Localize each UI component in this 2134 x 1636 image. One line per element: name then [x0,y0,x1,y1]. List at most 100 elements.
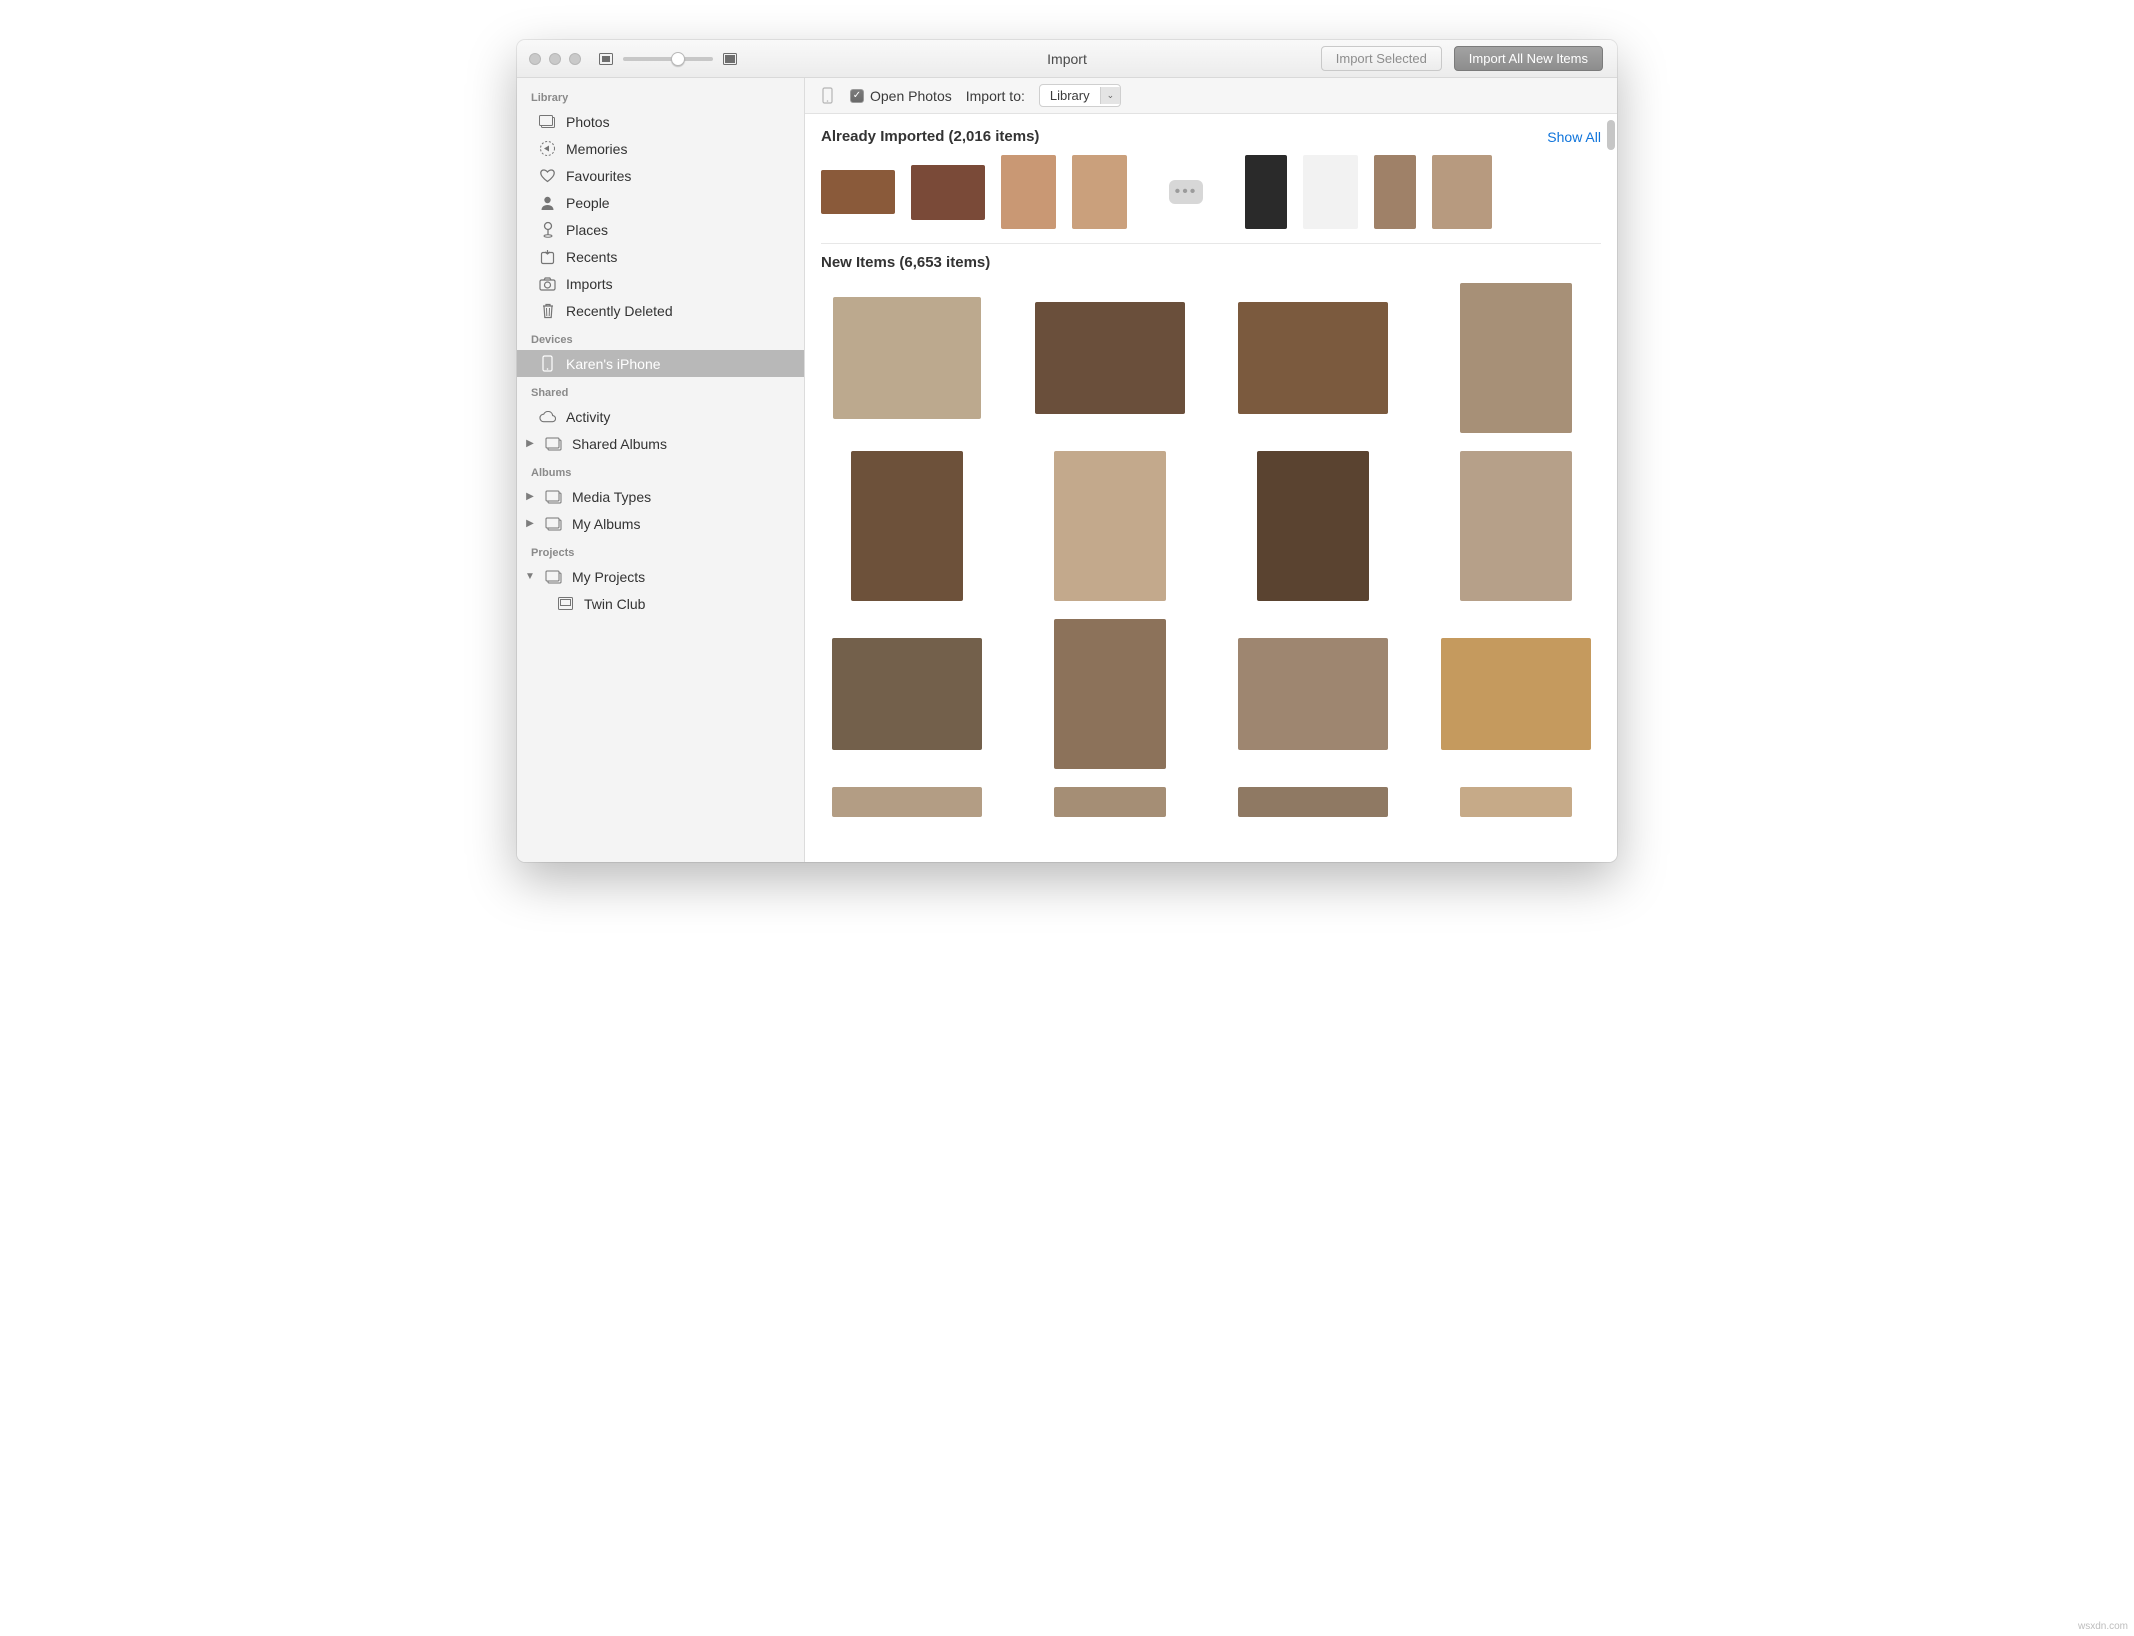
sidebar-item-twin-club[interactable]: Twin Club [517,590,804,617]
already-imported-row: ••• [821,155,1601,244]
already-thumb[interactable] [1001,155,1056,229]
disclosure-right-icon[interactable]: ▶ [525,518,535,529]
new-items-grid [821,271,1601,817]
photo-thumbnail [1054,787,1166,817]
new-item-cell[interactable] [1430,283,1601,433]
sidebar-item-recently-deleted[interactable]: Recently Deleted [517,297,804,324]
titlebar: Import Import Selected Import All New It… [517,40,1617,78]
new-item-cell[interactable] [821,787,992,817]
album-stack-icon [545,515,562,532]
already-thumb[interactable] [1374,155,1416,229]
already-thumb[interactable] [1072,155,1127,229]
chevron-up-down-icon: ⌄ [1100,87,1121,104]
photos-icon [539,113,556,130]
sidebar-item-my-albums[interactable]: ▶ My Albums [517,510,804,537]
sidebar-item-places[interactable]: Places [517,216,804,243]
new-item-cell[interactable] [1430,787,1601,817]
device-icon [819,87,836,104]
slider-knob[interactable] [671,52,685,66]
recents-icon [539,248,556,265]
label: Activity [566,409,610,425]
sidebar-item-memories[interactable]: Memories [517,135,804,162]
already-thumb[interactable] [1432,155,1492,229]
label: Places [566,222,608,238]
already-thumb[interactable] [821,170,895,214]
new-item-cell[interactable] [1227,619,1398,769]
already-thumb[interactable] [911,165,985,220]
minimize-window-button[interactable] [549,53,561,65]
photo-thumbnail [1054,451,1166,601]
sidebar: Library Photos Memories Favourites Peopl… [517,78,805,862]
new-item-cell[interactable] [1430,619,1601,769]
zoom-window-button[interactable] [569,53,581,65]
photo-thumbnail [832,638,982,750]
sidebar-item-my-projects[interactable]: ▼ My Projects [517,563,804,590]
close-window-button[interactable] [529,53,541,65]
label: My Albums [572,516,640,532]
open-photos-label: Open Photos [870,88,952,104]
already-imported-title: Already Imported (2,016 items) [821,128,1039,145]
album-stack-icon [545,488,562,505]
import-selected-button[interactable]: Import Selected [1321,46,1442,71]
sidebar-item-activity[interactable]: Activity [517,403,804,430]
thumbnail-large-icon[interactable] [723,53,737,65]
already-thumb[interactable]: ••• [1169,180,1203,204]
new-item-cell[interactable] [1024,619,1195,769]
new-item-cell[interactable] [1024,787,1195,817]
new-item-cell[interactable] [821,283,992,433]
new-item-cell[interactable] [821,619,992,769]
sidebar-item-imports[interactable]: Imports [517,270,804,297]
scrollbar-thumb[interactable] [1607,120,1615,150]
photo-thumbnail [1257,451,1369,601]
thumbnail-size-slider[interactable] [623,57,713,61]
sidebar-item-media-types[interactable]: ▶ Media Types [517,483,804,510]
disclosure-right-icon[interactable]: ▶ [525,491,535,502]
open-photos-checkbox[interactable]: ✓ Open Photos [850,88,952,104]
photo-thumbnail [1460,787,1572,817]
import-to-select[interactable]: Library ⌄ [1039,84,1121,107]
watermark: wsxdn.com [2078,1621,2128,1632]
new-item-cell[interactable] [821,451,992,601]
new-item-cell[interactable] [1430,451,1601,601]
photo-thumbnail [1054,619,1166,769]
label: Memories [566,141,627,157]
sidebar-item-recents[interactable]: Recents [517,243,804,270]
photo-thumbnail [1035,302,1185,414]
photo-thumbnail [832,787,982,817]
new-item-cell[interactable] [1024,451,1195,601]
disclosure-right-icon[interactable]: ▶ [525,438,535,449]
photo-thumbnail [1460,283,1572,433]
already-thumb[interactable] [1245,155,1287,229]
photo-thumbnail [1460,451,1572,601]
already-thumb[interactable] [1303,155,1358,229]
trash-icon [539,302,556,319]
heart-icon [539,167,556,184]
new-item-cell[interactable] [1227,283,1398,433]
new-item-cell[interactable] [1024,283,1195,433]
import-to-label: Import to: [966,88,1025,104]
label: Media Types [572,489,651,505]
photo-thumbnail [1238,638,1388,750]
sidebar-item-favourites[interactable]: Favourites [517,162,804,189]
show-all-link[interactable]: Show All [1547,129,1601,145]
content-scroll[interactable]: Already Imported (2,016 items) Show All … [805,114,1617,862]
label: Photos [566,114,610,130]
thumbnail-small-icon[interactable] [599,53,613,65]
main-pane: ✓ Open Photos Import to: Library ⌄ Alrea… [805,78,1617,862]
new-item-cell[interactable] [1227,787,1398,817]
import-all-button[interactable]: Import All New Items [1454,46,1603,71]
photo-thumbnail [833,297,981,419]
disclosure-down-icon[interactable]: ▼ [525,571,535,582]
label: My Projects [572,569,645,585]
new-item-cell[interactable] [1227,451,1398,601]
camera-icon [539,275,556,292]
label: Twin Club [584,596,645,612]
sidebar-item-shared-albums[interactable]: ▶ Shared Albums [517,430,804,457]
photo-thumbnail [1441,638,1591,750]
sidebar-item-photos[interactable]: Photos [517,108,804,135]
import-toolstrip: ✓ Open Photos Import to: Library ⌄ [805,78,1617,114]
sidebar-header-devices: Devices [517,324,804,350]
sidebar-item-people[interactable]: People [517,189,804,216]
sidebar-item-device-iphone[interactable]: Karen's iPhone [517,350,804,377]
label: Karen's iPhone [566,356,661,372]
